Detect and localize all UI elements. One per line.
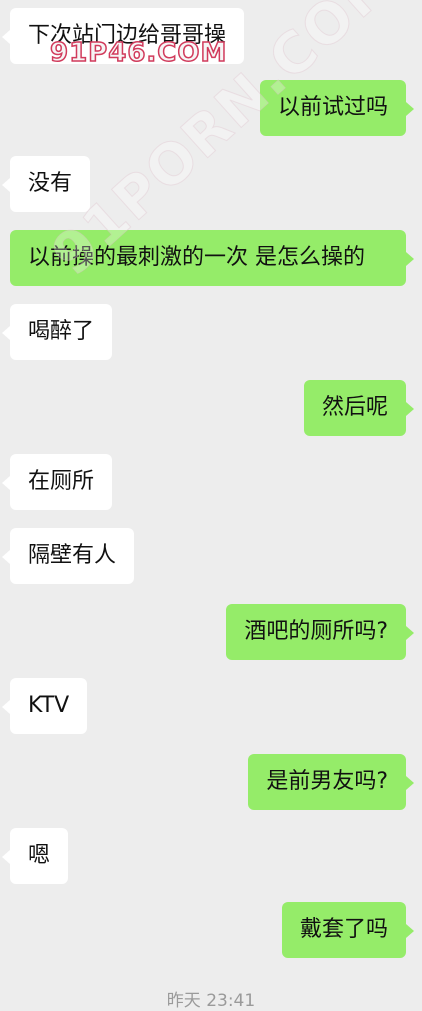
message-text: 在厕所 xyxy=(28,469,95,494)
message-text: 喝醉了 xyxy=(28,319,95,344)
message-text: 戴套了吗 xyxy=(299,917,388,942)
outgoing-message-bubble[interactable]: 然后呢 xyxy=(303,380,415,436)
outgoing-message-bubble[interactable]: 是前男友吗? xyxy=(248,754,414,810)
message-text: 是前男友吗? xyxy=(266,769,388,794)
outgoing-message-bubble[interactable]: 戴套了吗 xyxy=(281,902,415,958)
incoming-message-bubble[interactable]: 在厕所 xyxy=(1,454,113,510)
outgoing-message-bubble[interactable]: 酒吧的厕所吗? xyxy=(226,604,414,660)
incoming-message-bubble[interactable]: 嗯 xyxy=(1,828,69,884)
incoming-message-bubble[interactable]: KTV xyxy=(1,678,88,734)
message-text: 然后呢 xyxy=(321,395,388,420)
incoming-message-bubble[interactable]: 隔壁有人 xyxy=(1,528,135,584)
message-text: 酒吧的厕所吗? xyxy=(244,619,388,644)
message-text: KTV xyxy=(28,693,70,718)
message-text: 没有 xyxy=(28,171,73,196)
incoming-message-bubble[interactable]: 喝醉了 xyxy=(1,304,113,360)
message-text: 隔壁有人 xyxy=(28,543,117,568)
message-timestamp: 昨天 23:41 xyxy=(166,991,256,1011)
message-text: 嗯 xyxy=(28,843,51,868)
watermark-logo: 91P46.COM xyxy=(49,37,228,69)
chat-area: 下次站门边给哥哥操 以前试过吗 没有 以前操的最刺激的一次 是怎么操的 喝醉了 … xyxy=(0,0,422,1011)
incoming-message-bubble[interactable]: 没有 xyxy=(1,156,91,212)
message-text: 以前试过吗 xyxy=(277,95,388,120)
